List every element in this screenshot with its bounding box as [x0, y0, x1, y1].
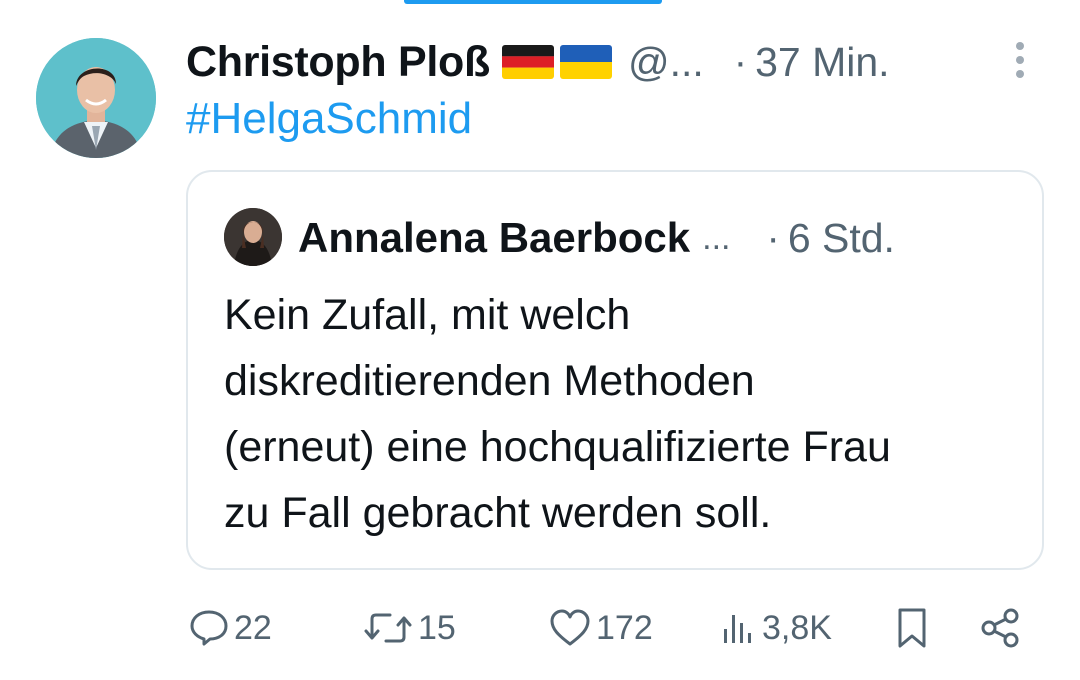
quoted-text-line: diskreditierenden Methoden: [224, 357, 755, 405]
bookmark-icon: [894, 606, 930, 650]
retweet-button[interactable]: 15: [362, 598, 456, 658]
like-count: 172: [596, 608, 653, 647]
author-flags: [501, 45, 612, 79]
germany-flag-icon: [501, 45, 554, 79]
retweet-icon: [362, 607, 414, 649]
quoted-text-line: Kein Zufall, mit welch: [224, 291, 631, 339]
quoted-author-avatar: [224, 208, 282, 266]
avatar[interactable]: [36, 38, 156, 158]
quoted-author-name[interactable]: Annalena Baerbock: [298, 214, 690, 262]
action-bar: 22 15 172 3,8K: [186, 598, 1046, 658]
tweet-header: Christoph Ploß @... · 37 Min.: [186, 32, 1046, 92]
quoted-tweet-card[interactable]: Annalena Baerbock ... · 6 Std. Kein Zufa…: [186, 170, 1044, 570]
author-handle[interactable]: @...: [628, 39, 704, 86]
reply-count: 22: [234, 608, 272, 647]
quoted-tweet-text: Kein Zufall, mit welch diskreditierenden…: [224, 282, 1024, 546]
quoted-tweet-header: Annalena Baerbock ... · 6 Std.: [298, 208, 1018, 268]
quoted-author-ellipsis: ...: [702, 218, 731, 257]
like-button[interactable]: 172: [548, 598, 653, 658]
reply-icon: [188, 607, 230, 649]
bar-chart-icon: [718, 607, 758, 649]
views-button[interactable]: 3,8K: [718, 598, 832, 658]
separator-dot: ·: [733, 39, 748, 84]
author-name[interactable]: Christoph Ploß: [186, 38, 490, 87]
views-count: 3,8K: [762, 608, 832, 647]
hashtag-link[interactable]: #HelgaSchmid: [186, 94, 472, 144]
ukraine-flag-icon: [559, 45, 612, 79]
retweet-count: 15: [418, 608, 456, 647]
reply-button[interactable]: 22: [188, 598, 272, 658]
timestamp[interactable]: 37 Min.: [755, 39, 889, 86]
scroll-indicator: [404, 0, 662, 4]
share-icon: [978, 606, 1022, 650]
bookmark-button[interactable]: [894, 598, 930, 658]
quoted-timestamp: 6 Std.: [787, 214, 895, 261]
separator-dot: ·: [766, 215, 780, 260]
share-button[interactable]: [978, 598, 1022, 658]
quoted-text-line: (erneut) eine hochqualifizierte Frau: [224, 423, 891, 471]
quoted-text-line: zu Fall gebracht werden soll.: [224, 489, 772, 537]
heart-icon: [548, 607, 592, 649]
more-options-icon[interactable]: [1010, 40, 1030, 80]
